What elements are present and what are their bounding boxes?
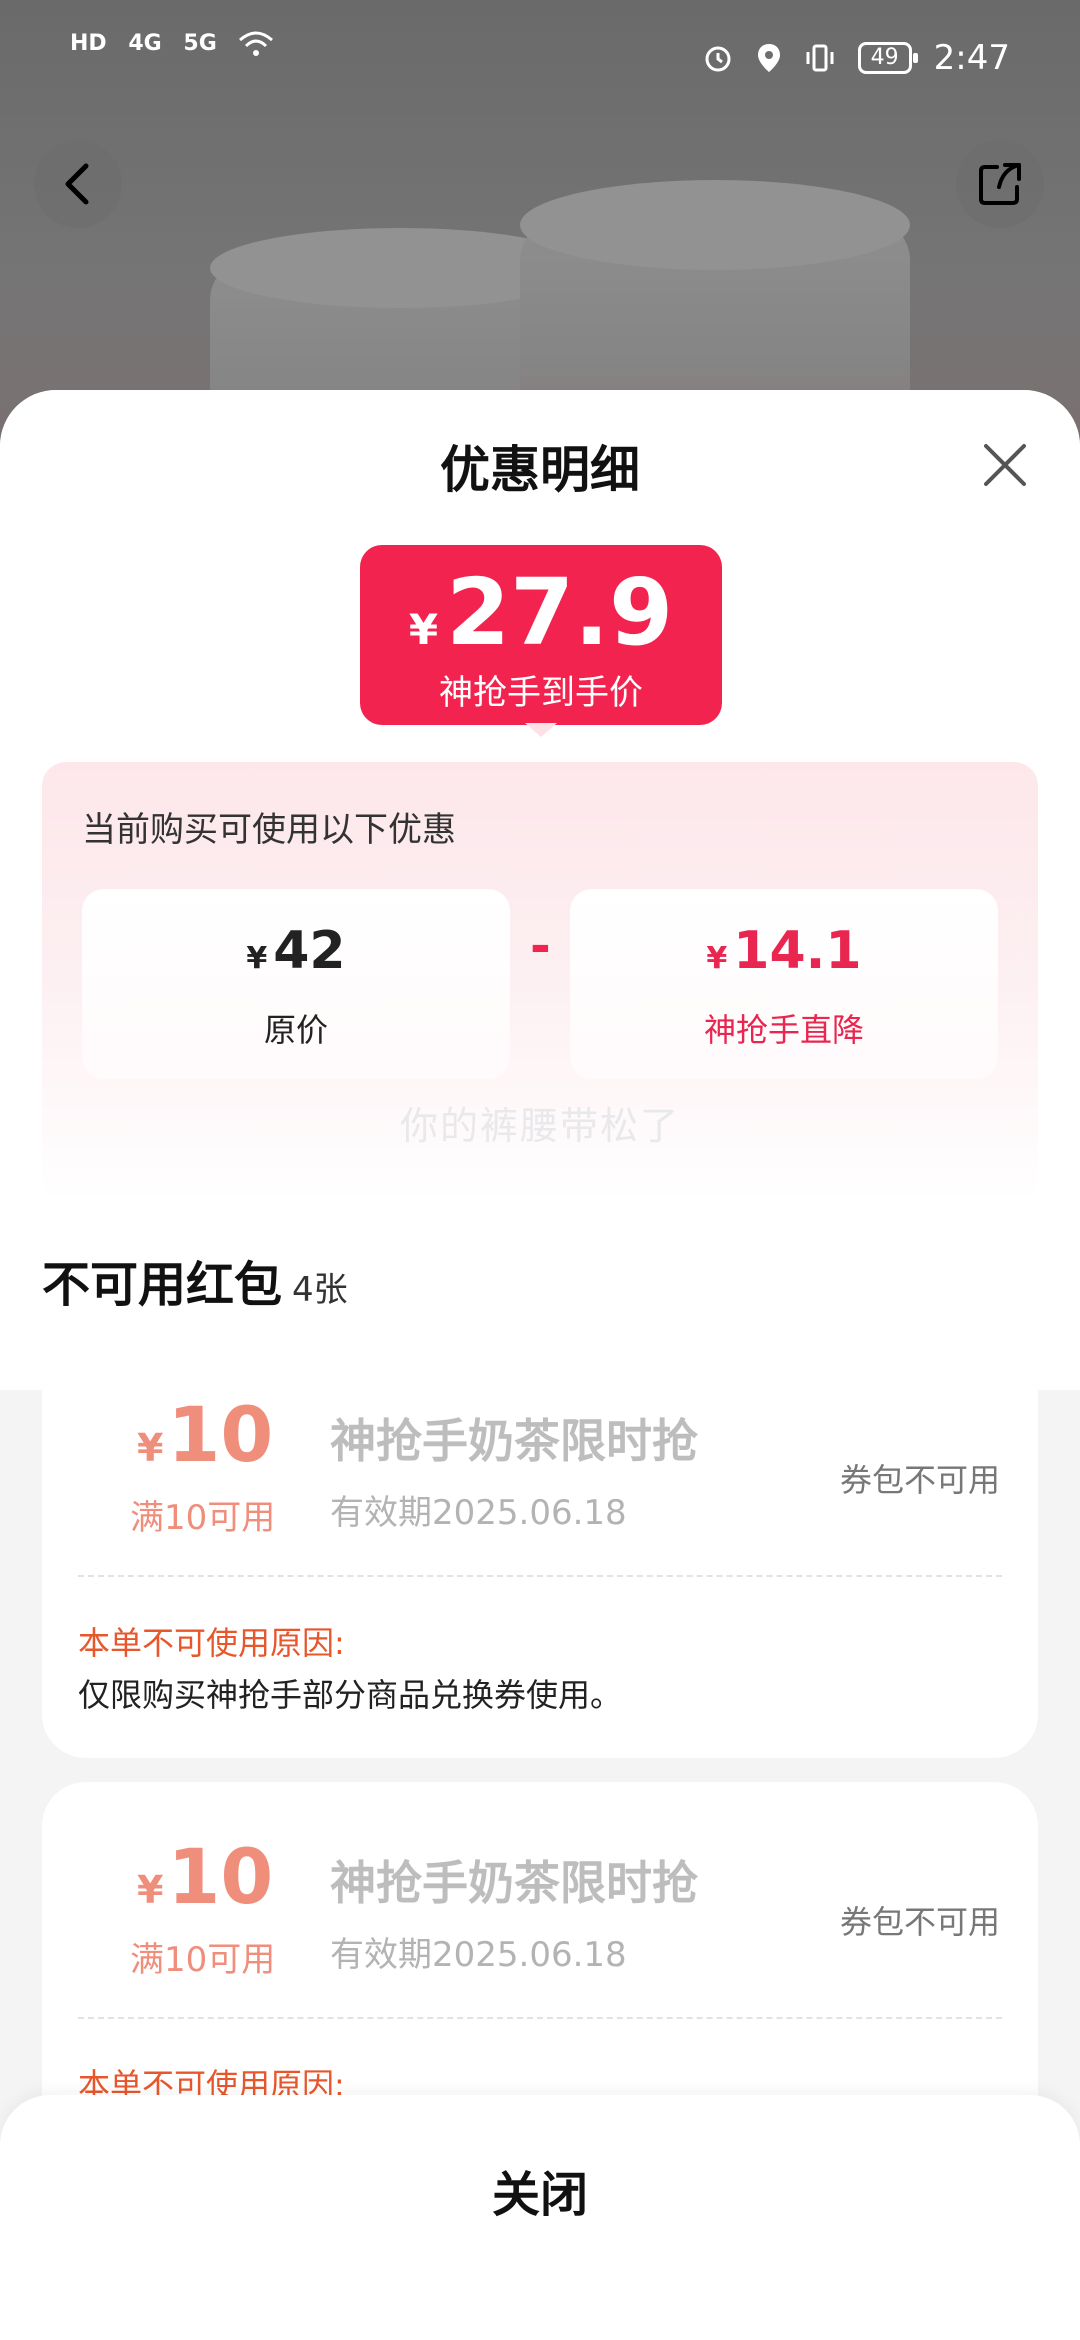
hd-label: HD [70, 31, 107, 56]
watermark-text: 你的裤腰带松了 [399, 1104, 680, 1148]
divider [78, 1575, 1002, 1577]
signal-indicators: HD 4G 5G [70, 30, 274, 58]
coupon-condition: 满10可用 [130, 1498, 276, 1538]
original-price-label: 原价 [263, 1011, 328, 1049]
clock: 2:47 [933, 38, 1010, 78]
vibrate-icon [806, 44, 834, 72]
currency-symbol: ¥ [246, 941, 268, 976]
original-price: ¥42 [82, 921, 510, 981]
reason-text: 仅限购买神抢手部分商品兑换券使用。 [78, 1676, 623, 1714]
discount-label: 神抢手直降 [703, 1011, 864, 1049]
currency-symbol: ¥ [137, 1426, 164, 1470]
reason-title: 本单不可使用原因: [78, 1624, 345, 1662]
share-button[interactable] [956, 140, 1044, 228]
final-price-badge: ¥27.9 神抢手到手价 [360, 545, 722, 725]
unavailable-count: 4张 [292, 1270, 348, 1310]
4g-label: 4G [128, 31, 162, 56]
back-button[interactable] [34, 140, 122, 228]
close-icon [984, 444, 1026, 486]
battery-indicator: 49 [857, 42, 918, 74]
sheet-title: 优惠明细 [440, 441, 640, 499]
screen: HD 4G 5G 49 2:47 优惠明细 ¥27.9 神抢手到手价 当前购买可… [0, 0, 1080, 2340]
coupon-name: 神抢手奶茶限时抢 [330, 1414, 698, 1468]
close-icon-button[interactable] [980, 440, 1030, 490]
unavailable-heading: 不可用红包 [42, 1257, 283, 1313]
coupon-condition: 满10可用 [130, 1940, 276, 1980]
discount-card: ¥14.1 神抢手直降 [570, 889, 998, 1079]
currency-symbol: ¥ [408, 605, 439, 654]
discount-amount: ¥14.1 [570, 921, 998, 981]
final-price-label: 神抢手到手价 [439, 673, 643, 713]
final-price-value: 27.9 [446, 559, 674, 666]
discount-value: 14.1 [733, 921, 862, 981]
wifi-icon [239, 31, 274, 56]
currency-symbol: ¥ [137, 1868, 164, 1912]
status-bar: HD 4G 5G 49 2:47 [0, 0, 1080, 125]
minus-operator: - [530, 917, 551, 975]
coupon-amount: 10 [167, 1390, 274, 1479]
share-icon [979, 163, 1021, 205]
coupon-status: 券包不可用 [839, 1903, 1000, 1941]
final-price: ¥27.9 [360, 559, 722, 666]
unavailable-section-header: 不可用红包 4张 [42, 1245, 348, 1315]
currency-symbol: ¥ [706, 941, 728, 976]
original-price-card: ¥42 原价 [82, 889, 510, 1079]
coupon-expiry: 有效期2025.06.18 [330, 1935, 627, 1975]
bottom-action-bar: 关闭 [0, 2095, 1080, 2340]
divider [78, 2017, 1002, 2019]
alarm-icon [705, 46, 731, 72]
coupon-status: 券包不可用 [839, 1461, 1000, 1499]
coupon-value: ¥10 [137, 1832, 273, 1921]
discount-detail-sheet: 优惠明细 ¥27.9 神抢手到手价 当前购买可使用以下优惠 ¥42 原价 - ¥… [0, 390, 1080, 2340]
5g-label: 5G [183, 31, 217, 56]
coupon-card: ¥10 满10可用 神抢手奶茶限时抢 有效期2025.06.18 券包不可用 本… [42, 1340, 1038, 1758]
original-price-value: 42 [273, 921, 346, 981]
chevron-left-icon [65, 163, 89, 205]
coupon-name: 神抢手奶茶限时抢 [330, 1856, 698, 1910]
price-pointer [525, 723, 557, 737]
coupon-amount: 10 [167, 1832, 274, 1921]
calc-title: 当前购买可使用以下优惠 [82, 810, 456, 850]
status-right: 49 2:47 [702, 38, 1010, 78]
coupon-value: ¥10 [137, 1390, 273, 1479]
location-icon [757, 44, 780, 72]
coupon-expiry: 有效期2025.06.18 [330, 1493, 627, 1533]
close-button[interactable]: 关闭 [0, 2155, 1080, 2225]
